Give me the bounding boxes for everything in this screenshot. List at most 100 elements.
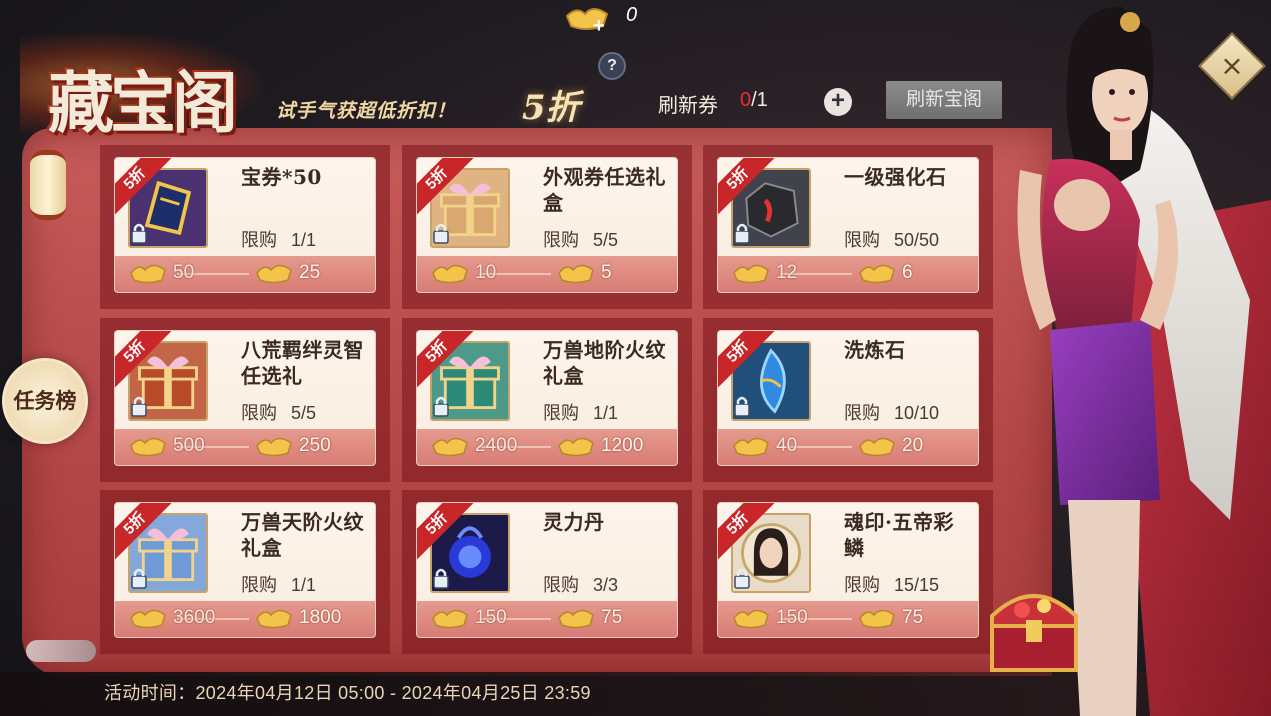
item-name: 八荒羁绊灵智任选礼 (241, 338, 364, 388)
purchase-limit: 限购 10/10 (844, 399, 939, 425)
limit-value: 15/15 (894, 575, 940, 595)
lock-icon (433, 568, 449, 589)
discount-price-value: 20 (902, 435, 924, 456)
refresh-shop-button[interactable]: 刷新宝阁 (886, 81, 1002, 119)
purchase-limit: 限购 50/50 (844, 226, 939, 252)
gold-ingot-icon (558, 609, 594, 629)
lock-icon (433, 396, 449, 417)
original-price-value: 150 (776, 607, 808, 628)
scroll-handle[interactable] (26, 640, 96, 662)
limit-value: 3/3 (593, 575, 619, 595)
shop-item-card[interactable]: 5折 外观券任选礼盒 限购 5/5 10 5 (416, 157, 678, 293)
shop-subtitle: 试手气获超低折扣！ (276, 100, 457, 122)
limit-value: 1/1 (291, 575, 317, 595)
original-price: 10 (431, 260, 496, 286)
discount-price-value: 1800 (299, 607, 342, 628)
limit-label: 限购 (844, 575, 880, 595)
limit-label: 限购 (543, 575, 579, 595)
add-refresh-ticket-button[interactable]: + (824, 88, 852, 116)
original-price: 500 (129, 433, 205, 459)
gold-ingot-icon (733, 264, 769, 284)
refresh-ticket-max: /1 (751, 89, 768, 111)
limit-label: 限购 (241, 230, 277, 250)
shop-item-card[interactable]: 5折 万兽地阶火纹礼盒 限购 1/1 2400 1200 (416, 330, 678, 466)
gold-ingot-icon (859, 609, 895, 629)
gold-ingot-icon (733, 437, 769, 457)
original-price: 12 (732, 260, 797, 286)
original-price: 2400 (431, 433, 517, 459)
refresh-ticket-label: 刷新券 (658, 95, 718, 117)
item-name: 外观券任选礼盒 (543, 165, 666, 215)
purchase-limit: 限购 1/1 (241, 571, 316, 597)
limit-value: 5/5 (291, 403, 317, 423)
original-price: 150 (431, 605, 507, 631)
original-price-value: 10 (475, 262, 497, 283)
discount-price: 250 (255, 433, 331, 459)
shop-item-slot: 5折 万兽天阶火纹礼盒 限购 1/1 3600 1800 (100, 490, 390, 654)
gold-ingot-icon (256, 609, 292, 629)
discount-price-value: 75 (601, 607, 623, 628)
lantern-icon (30, 150, 66, 220)
discount-price: 20 (858, 433, 923, 459)
refresh-ticket-count: 0/1 (740, 89, 768, 112)
shop-item-slot: 5折 灵力丹 限购 3/3 150 75 (402, 490, 692, 654)
refresh-ticket-current: 0 (740, 89, 752, 111)
gold-ingot-icon (432, 609, 468, 629)
shop-title-banner: 藏宝阁 (0, 20, 290, 142)
original-price-value: 12 (776, 262, 798, 283)
shop-item-slot: 5折 八荒羁绊灵智任选礼 限购 5/5 500 250 (100, 318, 390, 482)
original-price: 150 (732, 605, 808, 631)
gold-ingot-icon (130, 609, 166, 629)
item-name: 魂印·五帝彩鳞 (844, 510, 954, 560)
shop-item-card[interactable]: 5折 宝券*50 限购 1/1 50 25 (114, 157, 376, 293)
lock-icon (131, 223, 147, 244)
shop-item-card[interactable]: 5折 一级强化石 限购 50/50 12 6 (717, 157, 979, 293)
limit-label: 限购 (241, 575, 277, 595)
shop-item-card[interactable]: 5折 万兽天阶火纹礼盒 限购 1/1 3600 1800 (114, 502, 376, 638)
gold-ingot-icon (859, 264, 895, 284)
discount-price: 1200 (557, 433, 643, 459)
gold-ingot-icon (859, 437, 895, 457)
gold-ingot-icon (130, 437, 166, 457)
shop-item-card[interactable]: 5折 八荒羁绊灵智任选礼 限购 5/5 500 250 (114, 330, 376, 466)
task-board-button[interactable]: 任务榜 (2, 358, 88, 444)
purchase-limit: 限购 1/1 (241, 226, 316, 252)
original-price: 50 (129, 260, 194, 286)
original-price-value: 150 (475, 607, 507, 628)
original-price-value: 2400 (475, 435, 518, 456)
lock-icon (131, 568, 147, 589)
limit-label: 限购 (844, 403, 880, 423)
gold-ingot-icon (130, 264, 166, 284)
discount-price-value: 6 (902, 262, 913, 283)
shop-item-card[interactable]: 5折 洗炼石 限购 10/10 40 20 (717, 330, 979, 466)
discount-price: 25 (255, 260, 320, 286)
discount-price: 75 (557, 605, 622, 631)
item-name: 灵力丹 (543, 510, 605, 534)
limit-value: 50/50 (894, 230, 940, 250)
shop-item-slot: 5折 宝券*50 限购 1/1 50 25 (100, 145, 390, 309)
help-button[interactable]: ? (598, 52, 626, 80)
discount-price-value: 5 (601, 262, 612, 283)
shop-item-card[interactable]: 5折 魂印·五帝彩鳞 限购 15/15 150 75 (717, 502, 979, 638)
discount-price: 5 (557, 260, 612, 286)
purchase-limit: 限购 1/1 (543, 399, 618, 425)
discount-price-value: 25 (299, 262, 321, 283)
limit-label: 限购 (844, 230, 880, 250)
shop-item-slot: 5折 魂印·五帝彩鳞 限购 15/15 150 75 (703, 490, 993, 654)
shop-item-slot: 5折 洗炼石 限购 10/10 40 20 (703, 318, 993, 482)
original-price: 40 (732, 433, 797, 459)
shop-item-card[interactable]: 5折 灵力丹 限购 3/3 150 75 (416, 502, 678, 638)
gold-ingot-add-icon[interactable]: + (563, 2, 615, 34)
treasure-chest-icon[interactable] (982, 576, 1086, 676)
gold-ingot-icon (256, 437, 292, 457)
shop-item-slot: 5折 外观券任选礼盒 限购 5/5 10 5 (402, 145, 692, 309)
discount-badge: 5折 (522, 88, 580, 128)
lock-icon (131, 396, 147, 417)
limit-value: 1/1 (593, 403, 619, 423)
shop-item-slot: 5折 万兽地阶火纹礼盒 限购 1/1 2400 1200 (402, 318, 692, 482)
original-price: 3600 (129, 605, 215, 631)
gold-ingot-icon (733, 609, 769, 629)
gold-balance: 0 (626, 4, 638, 26)
original-price-value: 50 (173, 262, 195, 283)
discount-price-value: 75 (902, 607, 924, 628)
